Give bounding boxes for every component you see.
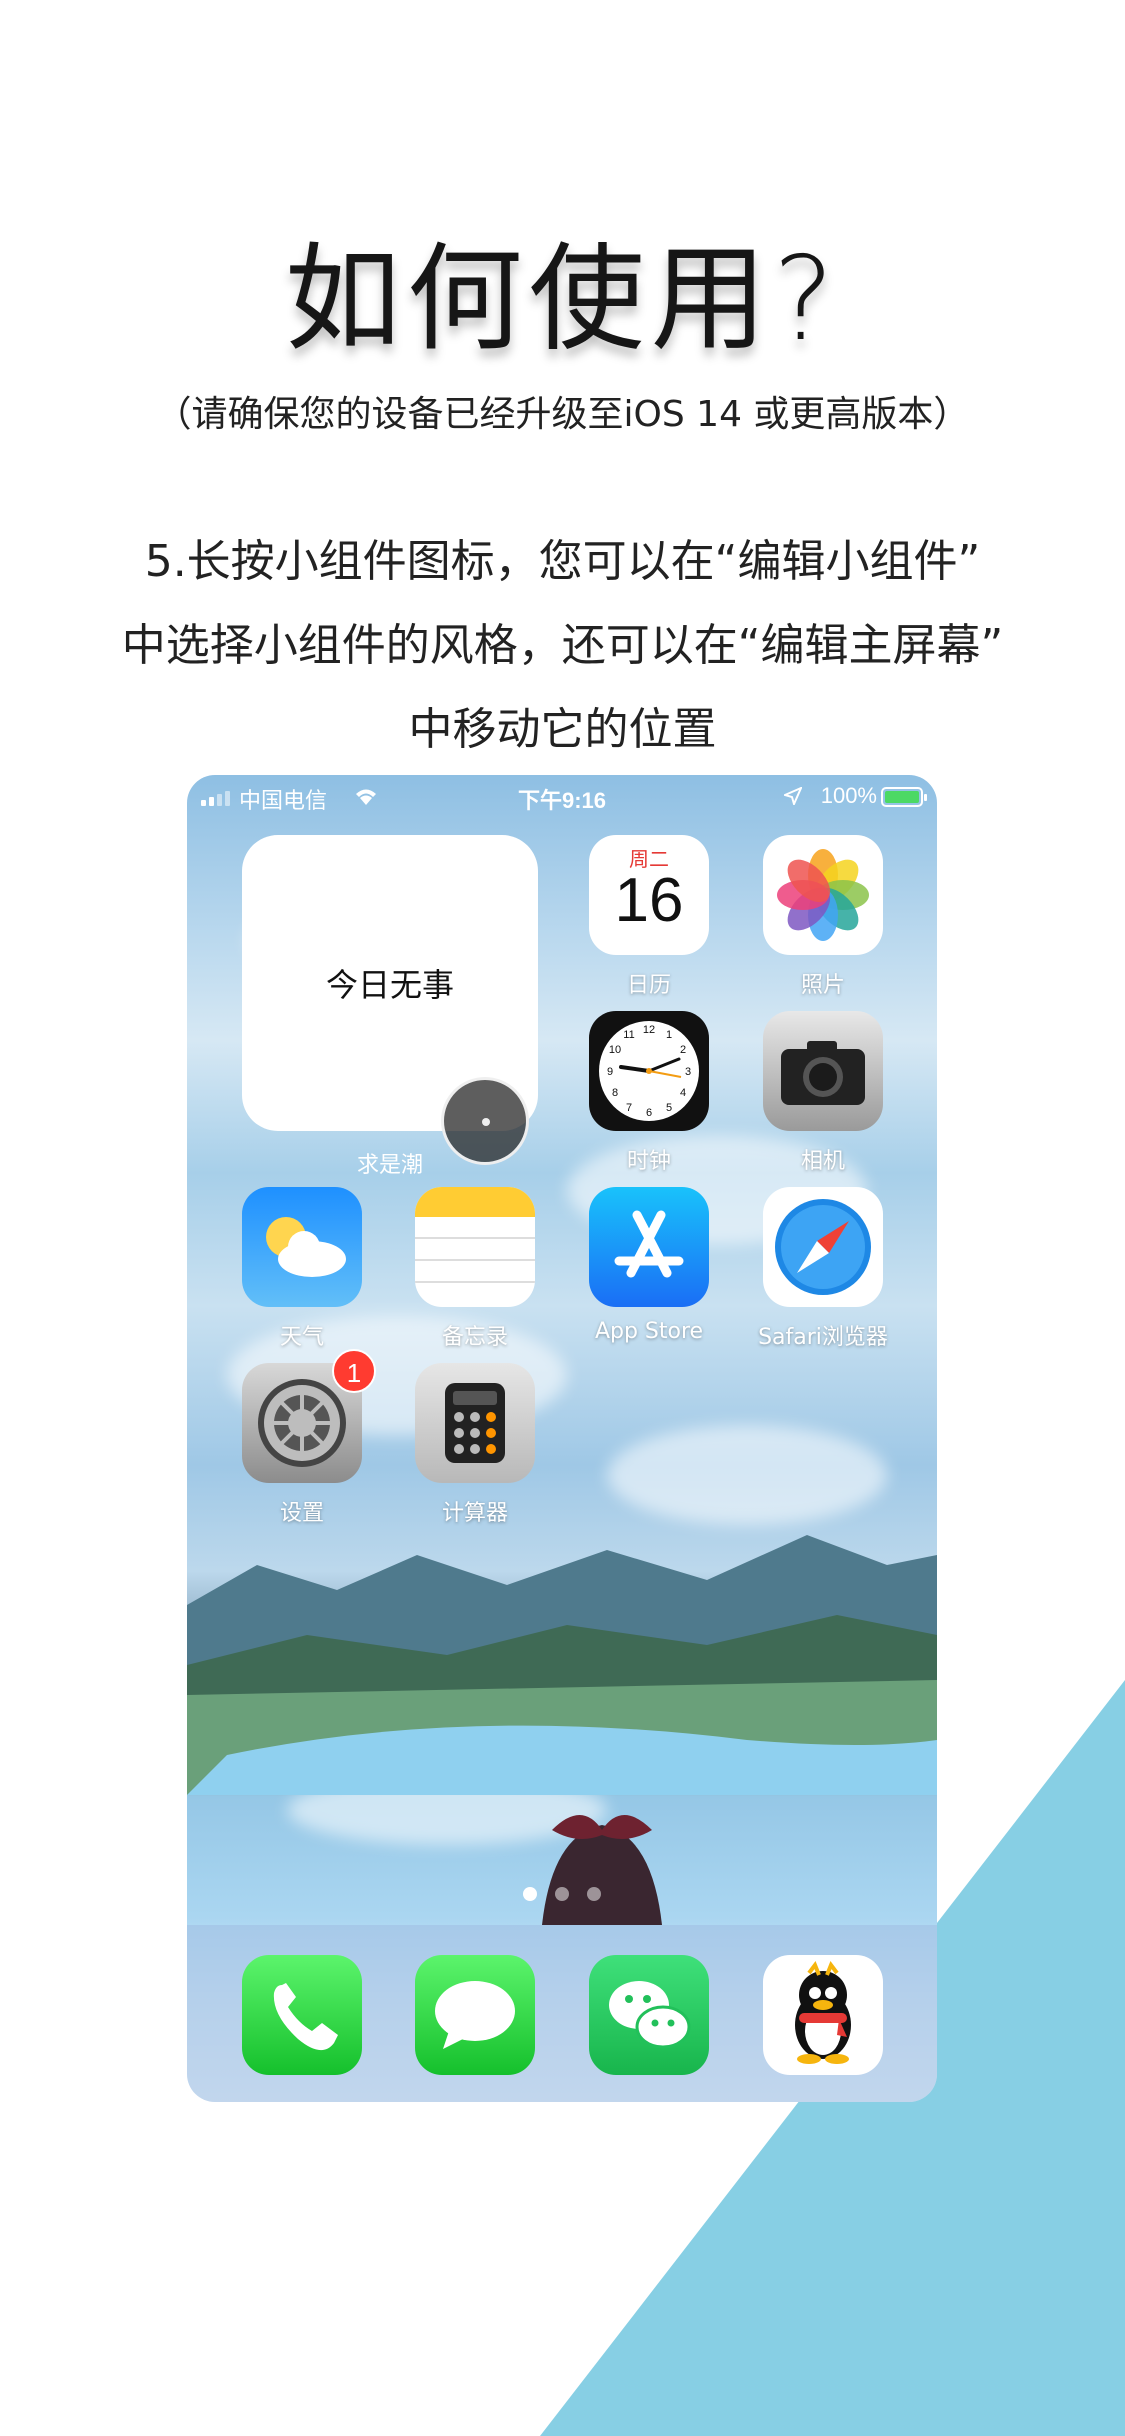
dock-app-phone[interactable] xyxy=(242,1955,362,2075)
weather-icon xyxy=(242,1187,362,1307)
settings-notification-badge: 1 xyxy=(332,1349,376,1393)
svg-text:9: 9 xyxy=(607,1066,613,1078)
wechat-icon xyxy=(589,1955,709,2075)
app-label: 天气 xyxy=(279,1325,324,1350)
page-indicator[interactable] xyxy=(187,1887,937,1903)
app-label: 照片 xyxy=(800,973,845,998)
svg-text:11: 11 xyxy=(623,1029,634,1041)
svg-text:12: 12 xyxy=(643,1024,655,1036)
page-dot-active[interactable] xyxy=(523,1887,537,1901)
svg-text:4: 4 xyxy=(680,1087,686,1099)
phone-screenshot: 中国电信 下午9:16 100% 今日无事 求是潮 周二 16 日历 照片 12… xyxy=(187,775,937,2102)
dock-app-wechat[interactable] xyxy=(589,1955,709,2075)
status-bar: 中国电信 下午9:16 100% xyxy=(187,775,937,819)
app-camera[interactable]: 相机 xyxy=(763,1011,883,1175)
calculator-icon xyxy=(415,1363,535,1483)
appstore-icon xyxy=(589,1187,709,1307)
wallpaper-character xyxy=(542,1815,662,1925)
instruction-text: 5.长按小组件图标，您可以在“编辑小组件” 中选择小组件的风格，还可以在“编辑主… xyxy=(30,520,1095,772)
instruction-line: 中选择小组件的风格，还可以在“编辑主屏幕” xyxy=(121,620,1004,671)
calendar-icon: 周二 16 xyxy=(589,835,709,955)
app-label: 设置 xyxy=(279,1501,324,1526)
svg-text:6: 6 xyxy=(646,1107,652,1119)
safari-icon xyxy=(763,1187,883,1307)
svg-text:8: 8 xyxy=(612,1087,618,1099)
app-safari[interactable]: Safari浏览器 xyxy=(758,1187,888,1351)
dock-app-qq[interactable] xyxy=(763,1955,883,2075)
app-notes[interactable]: 备忘录 xyxy=(415,1187,535,1351)
instruction-line: 中移动它的位置 xyxy=(408,704,717,755)
app-calculator[interactable]: 计算器 xyxy=(415,1363,535,1527)
app-clock[interactable]: 12 1 2 3 45 6 78 9 10 11 时钟 xyxy=(589,1011,709,1175)
app-label: 日历 xyxy=(626,973,671,998)
app-label: App Store xyxy=(594,1319,704,1344)
widget-text: 今日无事 xyxy=(325,966,454,1004)
clock-icon: 12 1 2 3 45 6 78 9 10 11 xyxy=(589,1011,709,1131)
photos-icon xyxy=(763,835,883,955)
calendar-day: 16 xyxy=(614,866,684,935)
instruction-line: 5.长按小组件图标，您可以在“编辑小组件” xyxy=(144,536,981,587)
svg-text:3: 3 xyxy=(685,1066,691,1078)
svg-text:5: 5 xyxy=(666,1102,672,1114)
app-photos[interactable]: 照片 xyxy=(763,835,883,999)
app-appstore[interactable]: App Store xyxy=(589,1187,709,1344)
app-settings[interactable]: 1 设置 xyxy=(242,1349,376,1527)
page-dot[interactable] xyxy=(587,1887,601,1901)
app-label: 备忘录 xyxy=(441,1325,508,1350)
qq-icon xyxy=(763,1955,883,2075)
dock xyxy=(187,1925,937,2102)
app-calendar[interactable]: 周二 16 日历 xyxy=(589,835,709,999)
page-title: 如何使用? xyxy=(284,232,841,367)
messages-icon xyxy=(415,1955,535,2075)
phone-icon xyxy=(242,1955,362,2075)
battery-icon xyxy=(881,787,927,807)
notes-icon xyxy=(415,1187,535,1307)
svg-text:1: 1 xyxy=(666,1029,672,1041)
app-weather[interactable]: 天气 xyxy=(242,1187,362,1351)
app-label: Safari浏览器 xyxy=(758,1325,888,1350)
wallpaper-landscape xyxy=(187,1535,937,1795)
page-dot[interactable] xyxy=(555,1887,569,1901)
svg-text:7: 7 xyxy=(626,1102,632,1114)
svg-text:10: 10 xyxy=(609,1044,621,1056)
app-label: 计算器 xyxy=(441,1501,508,1526)
app-label: 时钟 xyxy=(626,1149,671,1174)
dock-app-messages[interactable] xyxy=(415,1955,535,2075)
page-subtitle: （请确保您的设备已经升级至iOS 14 或更高版本） xyxy=(155,394,970,435)
svg-text:2: 2 xyxy=(680,1044,686,1056)
battery-percent: 100% xyxy=(820,783,877,808)
location-arrow-icon xyxy=(784,787,802,805)
assistive-touch-button[interactable] xyxy=(441,1077,529,1165)
camera-icon xyxy=(763,1011,883,1131)
app-label: 相机 xyxy=(800,1149,845,1174)
